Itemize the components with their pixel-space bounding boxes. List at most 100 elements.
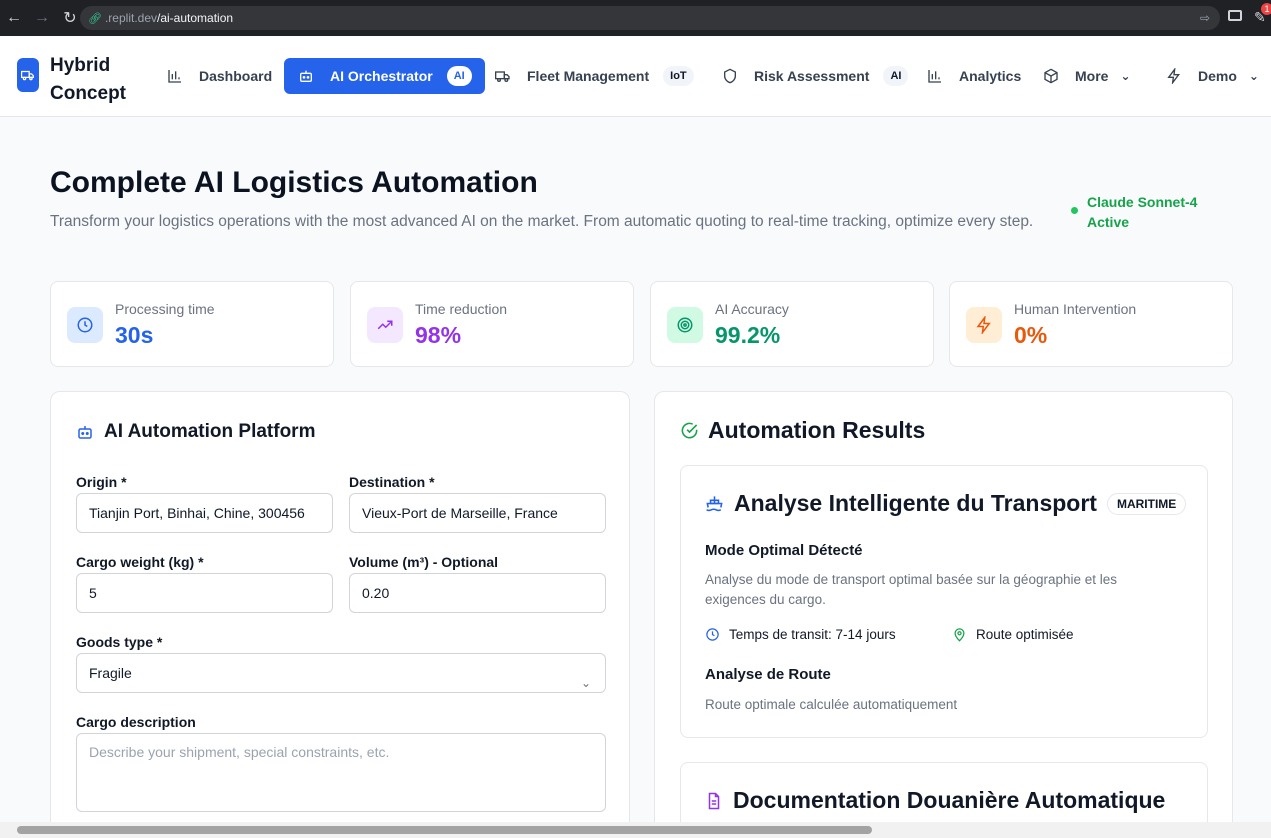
panel-title: AI Automation Platform bbox=[76, 421, 315, 443]
brand-line2: Concept bbox=[50, 83, 126, 104]
route-optimized-text: Route optimisée bbox=[976, 627, 1074, 642]
file-text-icon bbox=[705, 792, 723, 810]
ship-icon bbox=[705, 494, 724, 513]
panel-title-text: AI Automation Platform bbox=[104, 421, 316, 442]
stat-label: Human Intervention bbox=[1014, 301, 1137, 317]
cargo-description-label: Cargo description bbox=[76, 714, 196, 730]
goods-type-label: Goods type * bbox=[76, 634, 163, 650]
shield-icon bbox=[722, 68, 738, 84]
stat-value: 30s bbox=[115, 322, 154, 348]
clock-icon bbox=[67, 307, 103, 343]
box-icon bbox=[1043, 68, 1059, 84]
stat-card-time-reduction: Time reduction 98% bbox=[350, 281, 634, 367]
destination-input[interactable]: Vieux-Port de Marseille, France bbox=[349, 493, 606, 533]
route-optimized: Route optimisée bbox=[952, 627, 1074, 642]
url-path: /ai-automation bbox=[157, 11, 234, 25]
stat-value: 98% bbox=[415, 322, 462, 348]
transport-analysis-card: Analyse Intelligente du Transport MARITI… bbox=[680, 465, 1208, 738]
nav-label: More bbox=[1075, 68, 1109, 84]
truck-logo-icon bbox=[17, 58, 39, 92]
zap-icon bbox=[966, 307, 1002, 343]
optimal-mode-text: Analyse du mode de transport optimal bas… bbox=[705, 572, 1118, 607]
check-circle-icon bbox=[680, 421, 699, 440]
nav-ai-orchestrator[interactable]: AI Orchestrator AI bbox=[284, 58, 485, 94]
nav-fleet-management[interactable]: Fleet Management IoT bbox=[495, 58, 694, 94]
map-pin-icon bbox=[952, 627, 967, 642]
trending-up-icon bbox=[367, 307, 403, 343]
results-title-text: Automation Results bbox=[708, 417, 926, 443]
origin-input[interactable]: Tianjin Port, Binhai, Chine, 300456 bbox=[76, 493, 333, 533]
chevron-down-icon: ⌄ bbox=[1120, 69, 1131, 83]
url-domain: .replit.dev bbox=[104, 11, 157, 25]
nav-label: AI Orchestrator bbox=[330, 68, 433, 84]
bar-chart-icon bbox=[167, 68, 183, 84]
target-icon bbox=[667, 307, 703, 343]
nav-label: Risk Assessment bbox=[754, 68, 870, 84]
nav-more[interactable]: More ⌄ bbox=[1043, 58, 1131, 94]
weight-input[interactable]: 5 bbox=[76, 573, 333, 613]
nav-risk-assessment[interactable]: Risk Assessment AI bbox=[722, 58, 909, 94]
back-icon[interactable]: ← bbox=[0, 9, 28, 27]
customs-title: Documentation Douanière Automatique bbox=[705, 787, 1165, 814]
chevron-down-icon: ⌄ bbox=[1248, 69, 1259, 83]
transit-time-text: Temps de transit: 7-14 jours bbox=[729, 627, 896, 642]
nav-label: Fleet Management bbox=[527, 68, 650, 84]
weight-label: Cargo weight (kg) * bbox=[76, 554, 204, 570]
zap-icon bbox=[1166, 68, 1182, 84]
origin-label: Origin * bbox=[76, 474, 127, 490]
monitor-icon[interactable] bbox=[1228, 10, 1242, 21]
status-model: Claude Sonnet-4 bbox=[1087, 194, 1198, 210]
automation-form-panel: AI Automation Platform Origin * Tianjin … bbox=[50, 391, 630, 838]
truck-icon bbox=[495, 68, 511, 84]
address-bar[interactable]: 🔗︎ .replit.dev/ai-automation ⇨ bbox=[80, 6, 1220, 30]
stat-label: AI Accuracy bbox=[715, 301, 789, 317]
goods-type-value: Fragile bbox=[89, 665, 132, 681]
app-header: Hybrid Concept Dashboard AI Orchestrator… bbox=[0, 36, 1271, 117]
nav-label: Analytics bbox=[959, 68, 1022, 84]
bar-chart-icon bbox=[927, 68, 943, 84]
optimal-mode-heading: Mode Optimal Détecté bbox=[705, 542, 863, 559]
volume-label: Volume (m³) - Optional bbox=[349, 554, 499, 570]
arrow-right-icon[interactable]: ⇨ bbox=[1200, 11, 1210, 25]
chevron-down-icon: ⌄ bbox=[580, 676, 591, 690]
stat-card-ai-accuracy: AI Accuracy 99.2% bbox=[650, 281, 934, 367]
page-title: Complete AI Logistics Automation bbox=[50, 166, 538, 199]
results-title: Automation Results bbox=[680, 417, 925, 444]
nav-label: Dashboard bbox=[199, 68, 273, 84]
notification-badge: 1 bbox=[1261, 3, 1271, 15]
nav-pill: AI bbox=[446, 66, 472, 86]
clock-icon bbox=[705, 627, 720, 642]
brand-line1: Hybrid bbox=[50, 55, 111, 76]
stat-card-human-intervention: Human Intervention 0% bbox=[949, 281, 1233, 367]
destination-label: Destination * bbox=[349, 474, 435, 490]
nav-pill: AI bbox=[883, 66, 909, 86]
stat-value: 0% bbox=[1014, 322, 1048, 348]
ai-status: Claude Sonnet-4 Active bbox=[1071, 192, 1207, 232]
nav-dashboard[interactable]: Dashboard bbox=[167, 58, 272, 94]
nav-demo[interactable]: Demo ⌄ bbox=[1166, 58, 1259, 94]
stat-label: Time reduction bbox=[415, 301, 508, 317]
mode-tag: MARITIME bbox=[1106, 492, 1187, 515]
horizontal-scrollbar[interactable] bbox=[0, 822, 1271, 838]
goods-type-select[interactable]: Fragile ⌄ bbox=[76, 653, 606, 693]
status-dot bbox=[1071, 207, 1078, 214]
nav-label: Demo bbox=[1198, 68, 1237, 84]
volume-input[interactable]: 0.20 bbox=[349, 573, 606, 613]
brand-name[interactable]: Hybrid Concept bbox=[50, 52, 126, 108]
customs-title-text: Documentation Douanière Automatique bbox=[733, 787, 1166, 813]
page-subtitle: Transform your logistics operations with… bbox=[50, 213, 1034, 230]
stat-card-processing-time: Processing time 30s bbox=[50, 281, 334, 367]
cargo-description-textarea[interactable]: Describe your shipment, special constrai… bbox=[76, 733, 606, 812]
transport-title: Analyse Intelligente du Transport MARITI… bbox=[705, 490, 1187, 517]
transit-time: Temps de transit: 7-14 jours bbox=[705, 627, 896, 642]
nav-pill: IoT bbox=[663, 66, 694, 86]
automation-results-panel: Automation Results Analyse Intelligente … bbox=[654, 391, 1233, 838]
transport-title-text: Analyse Intelligente du Transport bbox=[734, 490, 1097, 516]
stat-value: 99.2% bbox=[715, 322, 781, 348]
stat-label: Processing time bbox=[115, 301, 215, 317]
scrollbar-thumb[interactable] bbox=[17, 826, 872, 834]
status-state: Active bbox=[1087, 214, 1130, 230]
browser-toolbar: ← → ↻ 🔗︎ .replit.dev/ai-automation ⇨ ✎ 1 bbox=[0, 0, 1271, 36]
forward-icon[interactable]: → bbox=[28, 9, 56, 27]
nav-analytics[interactable]: Analytics bbox=[927, 58, 1021, 94]
